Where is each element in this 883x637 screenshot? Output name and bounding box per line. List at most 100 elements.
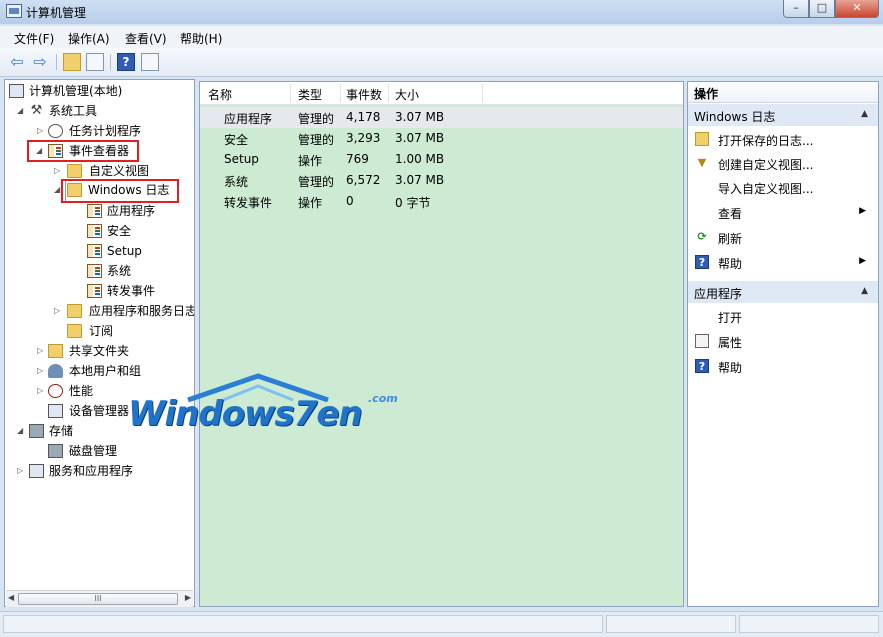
device-manager-icon	[48, 404, 63, 418]
tree-log-security[interactable]: 安全	[5, 222, 190, 240]
log-icon	[87, 264, 102, 278]
expand-arrow-icon[interactable]: ▷	[37, 122, 47, 140]
collapse-arrow-icon[interactable]: ◢	[17, 422, 27, 440]
minimize-button[interactable]: –	[783, 0, 809, 18]
actions-pane: 操作 Windows 日志 ▲ 打开保存的日志... ▼ 创建自定义视图... …	[687, 81, 879, 607]
tree-system-tools[interactable]: ◢ ⚒ 系统工具	[5, 102, 190, 120]
table-row[interactable]: 转发事件 操作 0 0 字节	[200, 191, 683, 212]
expand-arrow-icon[interactable]: ▷	[37, 362, 47, 380]
tree-log-forwarded[interactable]: 转发事件	[5, 282, 190, 300]
column-name[interactable]: 名称	[208, 86, 232, 103]
storage-icon	[29, 424, 44, 438]
properties-icon	[695, 334, 709, 348]
menu-file[interactable]: 文件(F)	[14, 30, 54, 47]
performance-icon	[48, 384, 63, 398]
horizontal-scrollbar[interactable]: ◀ III ▶	[6, 590, 193, 607]
refresh-icon: ⟳	[697, 230, 707, 243]
scroll-thumb[interactable]: III	[18, 593, 178, 605]
computer-management-icon	[6, 4, 22, 18]
tree-custom-views[interactable]: ▷ 自定义视图	[5, 162, 190, 180]
table-row[interactable]: Setup 操作 769 1.00 MB	[200, 149, 683, 170]
highlight-box	[61, 179, 179, 203]
column-size[interactable]: 大小	[395, 86, 419, 103]
tree-root[interactable]: 计算机管理(本地)	[5, 82, 190, 100]
action-view[interactable]: 查看 ▶	[688, 201, 878, 223]
status-bar	[0, 611, 883, 637]
action-help[interactable]: ? 帮助 ▶	[688, 251, 878, 273]
expand-arrow-icon[interactable]: ▷	[37, 342, 47, 360]
tree-disk-management[interactable]: 磁盘管理	[5, 442, 190, 460]
expand-arrow-icon[interactable]: ▷	[37, 382, 47, 400]
back-icon[interactable]: ⇦	[8, 53, 26, 71]
section-application[interactable]: 应用程序 ▲	[688, 281, 878, 303]
column-type[interactable]: 类型	[298, 86, 322, 103]
folder-icon	[67, 164, 82, 178]
show-hide-tree-icon[interactable]	[86, 53, 104, 71]
table-row[interactable]: 系统 管理的 6,572 3.07 MB	[200, 170, 683, 191]
help-icon: ?	[695, 255, 709, 269]
watermark-text: Windows7en	[128, 394, 363, 434]
toolbar: ⇦ ⇨ ?	[0, 48, 883, 77]
tree-log-setup[interactable]: Setup	[5, 242, 190, 260]
tree-shared-folders[interactable]: ▷ 共享文件夹	[5, 342, 190, 360]
users-icon	[48, 364, 63, 378]
tree-services-apps[interactable]: ▷ 服务和应用程序	[5, 462, 190, 480]
disk-icon	[48, 444, 63, 458]
action-properties[interactable]: 属性	[688, 330, 878, 352]
action-open[interactable]: 打开	[688, 305, 878, 327]
tools-icon: ⚒	[30, 103, 43, 118]
log-icon	[87, 284, 102, 298]
services-icon	[29, 464, 44, 478]
menu-view[interactable]: 查看(V)	[125, 30, 167, 47]
action-create-custom-view[interactable]: ▼ 创建自定义视图...	[688, 152, 878, 174]
help-icon[interactable]: ?	[117, 53, 135, 71]
watermark-logo: Windows7en .com	[128, 372, 428, 442]
column-count[interactable]: 事件数	[346, 86, 382, 103]
action-open-saved-log[interactable]: 打开保存的日志...	[688, 128, 878, 150]
log-icon	[87, 224, 102, 238]
tree-app-service-logs[interactable]: ▷ 应用程序和服务日志	[5, 302, 194, 320]
highlight-box	[27, 140, 139, 162]
tree-log-application[interactable]: 应用程序	[5, 202, 190, 220]
watermark-domain: .com	[368, 392, 398, 405]
scroll-left-icon[interactable]: ◀	[8, 593, 14, 602]
log-icon	[87, 204, 102, 218]
open-folder-icon	[695, 132, 709, 146]
log-list-pane: 名称 类型 事件数 大小 应用程序 管理的 4,178 3.07 MB 安全 管…	[199, 81, 684, 607]
tree-task-scheduler[interactable]: ▷ 任务计划程序	[5, 122, 190, 140]
close-button[interactable]: ✕	[835, 0, 879, 18]
expand-arrow-icon[interactable]: ▷	[54, 162, 64, 180]
shared-folder-icon	[48, 344, 63, 358]
scroll-right-icon[interactable]: ▶	[185, 593, 191, 602]
window-title: 计算机管理	[26, 6, 87, 20]
filter-icon: ▼	[697, 156, 707, 169]
collapse-arrow-icon[interactable]: ◢	[17, 102, 27, 120]
folder-icon	[67, 304, 82, 318]
collapse-up-icon[interactable]: ▲	[861, 109, 868, 119]
log-icon	[87, 244, 102, 258]
show-action-pane-icon[interactable]	[141, 53, 159, 71]
menu-action[interactable]: 操作(A)	[68, 30, 110, 47]
table-row[interactable]: 安全 管理的 3,293 3.07 MB	[200, 128, 683, 149]
expand-arrow-icon[interactable]: ▷	[54, 302, 64, 320]
forward-icon[interactable]: ⇨	[31, 53, 49, 71]
up-folder-icon[interactable]	[63, 53, 81, 71]
tree-subscriptions[interactable]: 订阅	[5, 322, 190, 340]
action-refresh[interactable]: ⟳ 刷新	[688, 226, 878, 248]
menu-bar: 文件(F) 操作(A) 查看(V) 帮助(H)	[0, 26, 883, 48]
collapse-up-icon[interactable]: ▲	[861, 286, 868, 296]
maximize-button[interactable]: □	[809, 0, 835, 18]
expand-arrow-icon[interactable]: ▷	[17, 462, 27, 480]
action-help-2[interactable]: ? 帮助	[688, 355, 878, 377]
help-icon: ?	[695, 359, 709, 373]
section-windows-logs[interactable]: Windows 日志 ▲	[688, 104, 878, 126]
menu-help[interactable]: 帮助(H)	[180, 30, 222, 47]
status-segment	[739, 615, 879, 633]
action-import-custom-view[interactable]: 导入自定义视图...	[688, 176, 878, 198]
tree-pane: 计算机管理(本地) ◢ ⚒ 系统工具 ▷ 任务计划程序 ◢ 事件查看器 ▷ 自定…	[4, 79, 195, 607]
table-row[interactable]: 应用程序 管理的 4,178 3.07 MB	[200, 107, 683, 128]
submenu-arrow-icon: ▶	[859, 206, 866, 216]
list-header: 名称 类型 事件数 大小	[200, 82, 683, 105]
tree-log-system[interactable]: 系统	[5, 262, 190, 280]
submenu-arrow-icon: ▶	[859, 256, 866, 266]
